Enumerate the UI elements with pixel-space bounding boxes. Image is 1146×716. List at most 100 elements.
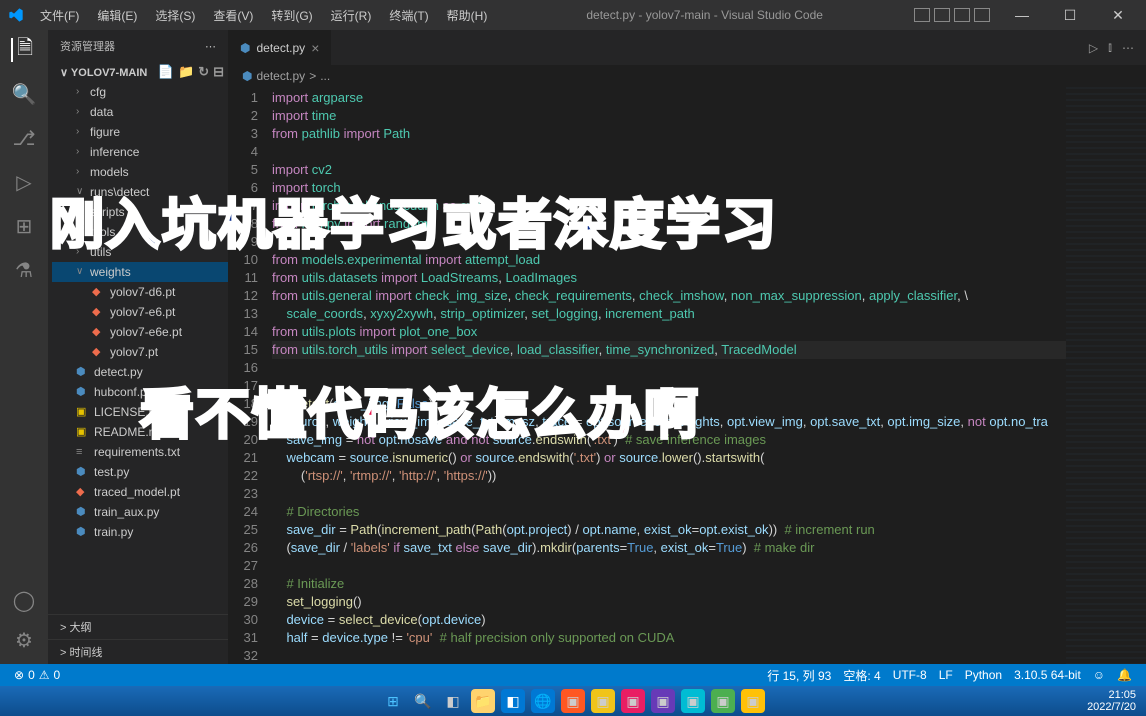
minimap[interactable] (1066, 87, 1146, 664)
main-layout: 🗎 🔍 ⎇ ▷ ⊞ ⚗ ◯ ⚙ 资源管理器 ⋯ ∨ YOLOV7-MAIN 📄 … (0, 30, 1146, 664)
app-icon[interactable]: ▣ (621, 689, 645, 713)
menu-item[interactable]: 文件(F) (32, 3, 87, 28)
app-icon[interactable]: ▣ (681, 689, 705, 713)
explorer-title: 资源管理器 (60, 38, 115, 54)
status-interpreter[interactable]: 3.10.5 64-bit (1008, 667, 1087, 684)
start-button[interactable]: ⊞ (381, 689, 405, 713)
folder-item[interactable]: ∨weights (52, 262, 228, 282)
refresh-icon[interactable]: ↻ (198, 64, 209, 80)
file-item[interactable]: ⬢test.py (52, 462, 228, 482)
menu-item[interactable]: 转到(G) (263, 3, 320, 28)
status-eol[interactable]: LF (933, 667, 959, 684)
folder-item[interactable]: ›utils (52, 242, 228, 262)
split-editor-icon[interactable]: ⫾ (1108, 40, 1112, 55)
explorer-taskbar-icon[interactable]: 📁 (471, 689, 495, 713)
collapse-icon[interactable]: ⊟ (213, 64, 224, 80)
menu-item[interactable]: 帮助(H) (439, 3, 496, 28)
taskbar-clock[interactable]: 21:05 2022/7/20 (1087, 689, 1136, 713)
file-item[interactable]: ⬢train_aux.py (52, 502, 228, 522)
task-view-icon[interactable]: ◧ (441, 689, 465, 713)
menu-item[interactable]: 运行(R) (323, 3, 380, 28)
status-bar: ⊗ 0 ⚠ 0 行 15, 列 93 空格: 4 UTF-8 LF Python… (0, 664, 1146, 686)
line-gutter: 1234567891011121314151617181920212223242… (228, 87, 272, 664)
py-file-icon: ⬢ (76, 503, 90, 521)
chevron-icon: › (76, 103, 86, 121)
menu-item[interactable]: 终端(T) (381, 3, 436, 28)
menu-item[interactable]: 选择(S) (147, 3, 203, 28)
file-item[interactable]: ≡requirements.txt (52, 442, 228, 462)
menu-item[interactable]: 编辑(E) (89, 3, 145, 28)
status-spaces[interactable]: 空格: 4 (837, 667, 886, 684)
panel-bottom-icon[interactable] (934, 8, 950, 22)
new-folder-icon[interactable]: 📁 (178, 64, 194, 80)
file-item[interactable]: ▣LICENSE.md (52, 402, 228, 422)
panel-left-icon[interactable] (914, 8, 930, 22)
editor-actions: ▷ ⫾ ⋯ (1089, 30, 1146, 65)
status-feedback-icon[interactable]: ☺ (1087, 667, 1111, 684)
window-controls: — ☐ ✕ (1002, 1, 1138, 29)
run-debug-icon[interactable]: ▷ (12, 170, 36, 194)
vscode-taskbar-icon[interactable]: ◧ (501, 689, 525, 713)
activity-bar: 🗎 🔍 ⎇ ▷ ⊞ ⚗ ◯ ⚙ (0, 30, 48, 664)
layout-icon[interactable] (974, 8, 990, 22)
outline-section[interactable]: > 大纲 (48, 614, 228, 639)
file-item[interactable]: ▣README.md (52, 422, 228, 442)
source-control-icon[interactable]: ⎇ (12, 126, 36, 150)
file-item[interactable]: ⬢detect.py (52, 362, 228, 382)
status-errors[interactable]: ⊗ 0 ⚠ 0 (8, 668, 66, 682)
edge-taskbar-icon[interactable]: 🌐 (531, 689, 555, 713)
explorer-icon[interactable]: 🗎 (11, 38, 35, 62)
new-file-icon[interactable]: 📄 (158, 64, 174, 80)
app-icon[interactable]: ▣ (651, 689, 675, 713)
status-encoding[interactable]: UTF-8 (887, 667, 933, 684)
file-item[interactable]: ◆yolov7.pt (52, 342, 228, 362)
file-tree: ›cfg›data›figure›inference›models∨runs\d… (48, 82, 228, 614)
app-icon[interactable]: ▣ (561, 689, 585, 713)
testing-icon[interactable]: ⚗ (12, 258, 36, 282)
close-button[interactable]: ✕ (1098, 1, 1138, 29)
project-root[interactable]: ∨ YOLOV7-MAIN 📄 📁 ↻ ⊟ (48, 62, 228, 82)
status-bell-icon[interactable]: 🔔 (1111, 667, 1138, 684)
pt-file-icon: ◆ (76, 483, 90, 501)
breadcrumb[interactable]: ⬢ detect.py > ... (228, 65, 1146, 87)
code-content[interactable]: import argparseimport timefrom pathlib i… (272, 87, 1066, 664)
folder-item[interactable]: ∨runs\detect (52, 182, 228, 202)
settings-gear-icon[interactable]: ⚙ (12, 628, 36, 652)
more-actions-icon[interactable]: ⋯ (1122, 41, 1134, 55)
tab-detect-py[interactable]: ⬢ detect.py × (228, 30, 332, 65)
file-item[interactable]: ◆yolov7-e6.pt (52, 302, 228, 322)
code-editor[interactable]: 1234567891011121314151617181920212223242… (228, 87, 1146, 664)
status-language[interactable]: Python (959, 667, 1008, 684)
more-icon[interactable]: ⋯ (205, 40, 216, 53)
app-icon[interactable]: ▣ (711, 689, 735, 713)
folder-item[interactable]: ›inference (52, 142, 228, 162)
minimize-button[interactable]: — (1002, 1, 1042, 29)
search-icon[interactable]: 🔍 (12, 82, 36, 106)
search-taskbar-icon[interactable]: 🔍 (411, 689, 435, 713)
account-icon[interactable]: ◯ (12, 588, 36, 612)
close-tab-icon[interactable]: × (311, 40, 319, 56)
file-item[interactable]: ◆traced_model.pt (52, 482, 228, 502)
file-item[interactable]: ⬢hubconf.py (52, 382, 228, 402)
folder-item[interactable]: ›tools (52, 222, 228, 242)
status-cursor[interactable]: 行 15, 列 93 (761, 667, 837, 684)
app-icon[interactable]: ▣ (591, 689, 615, 713)
folder-item[interactable]: ›cfg (52, 82, 228, 102)
file-item[interactable]: ◆yolov7-d6.pt (52, 282, 228, 302)
timeline-section[interactable]: > 时间线 (48, 639, 228, 664)
app-icon[interactable]: ▣ (741, 689, 765, 713)
panel-right-icon[interactable] (954, 8, 970, 22)
chevron-icon: › (76, 143, 86, 161)
file-item[interactable]: ⬢train.py (52, 522, 228, 542)
folder-item[interactable]: ›scripts (52, 202, 228, 222)
folder-item[interactable]: ›models (52, 162, 228, 182)
folder-item[interactable]: ›figure (52, 122, 228, 142)
menu-item[interactable]: 查看(V) (205, 3, 261, 28)
file-item[interactable]: ◆yolov7-e6e.pt (52, 322, 228, 342)
folder-item[interactable]: ›data (52, 102, 228, 122)
extensions-icon[interactable]: ⊞ (12, 214, 36, 238)
run-icon[interactable]: ▷ (1089, 41, 1098, 55)
maximize-button[interactable]: ☐ (1050, 1, 1090, 29)
txt-file-icon: ≡ (76, 443, 90, 461)
chevron-icon: › (76, 123, 86, 141)
